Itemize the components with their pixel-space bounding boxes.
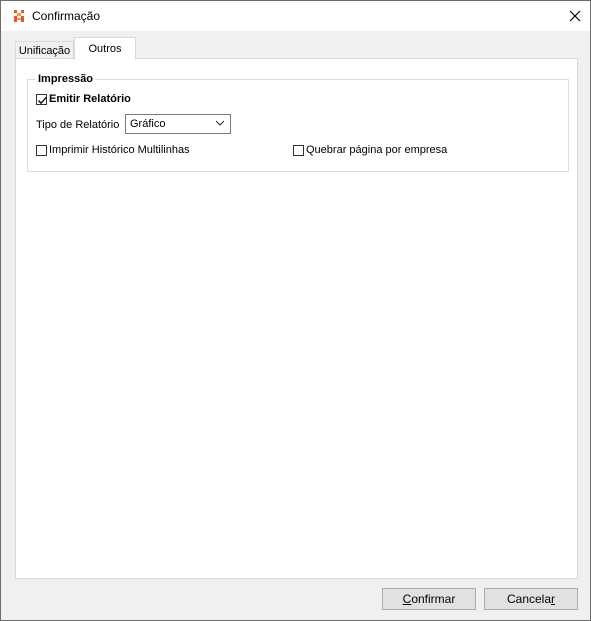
checkbox-box[interactable]: [36, 93, 47, 105]
checkbox-box[interactable]: [293, 144, 304, 156]
close-button[interactable]: [560, 1, 590, 31]
checkbox-box[interactable]: [36, 144, 47, 156]
button-label: Cancelar: [506, 592, 556, 606]
close-icon: [569, 10, 581, 22]
select-value: Gráfico: [130, 118, 166, 130]
checkmark-icon: [38, 96, 47, 104]
confirmar-button[interactable]: Confirmar: [382, 588, 476, 610]
tab-outros[interactable]: Outros: [74, 37, 136, 60]
emitir-relatorio-checkbox[interactable]: Emitir Relatório: [36, 92, 131, 106]
tab-strip: Unificação Outros: [15, 37, 577, 60]
tab-unificacao[interactable]: Unificação: [15, 41, 74, 59]
chevron-down-icon: [215, 120, 225, 126]
window-title: Confirmação: [32, 9, 101, 23]
tab-label: Unificação: [18, 44, 71, 57]
checkbox-label: Imprimir Histórico Multilinhas: [49, 144, 190, 156]
tab-panel-outros: Impressão Emitir Relatório Tipo de Relat…: [15, 58, 578, 579]
dialog-window: Confirmação Unificação Outros Impressão: [0, 0, 591, 621]
cancelar-button[interactable]: Cancelar: [484, 588, 578, 610]
app-logo-icon: [14, 10, 24, 22]
tipo-relatorio-label: Tipo de Relatório: [36, 119, 120, 131]
group-title: Impressão: [36, 73, 96, 85]
imprimir-historico-checkbox[interactable]: Imprimir Histórico Multilinhas: [36, 143, 190, 157]
tipo-relatorio-select[interactable]: Gráfico: [125, 114, 231, 134]
checkbox-label: Emitir Relatório: [49, 93, 131, 105]
quebrar-pagina-checkbox[interactable]: Quebrar página por empresa: [293, 143, 447, 157]
title-bar[interactable]: Confirmação: [1, 1, 590, 31]
tab-label: Outros: [88, 43, 122, 55]
checkbox-label: Quebrar página por empresa: [306, 144, 448, 156]
impressao-group: Impressão Emitir Relatório Tipo de Relat…: [27, 73, 569, 172]
button-label: Confirmar: [402, 592, 456, 606]
